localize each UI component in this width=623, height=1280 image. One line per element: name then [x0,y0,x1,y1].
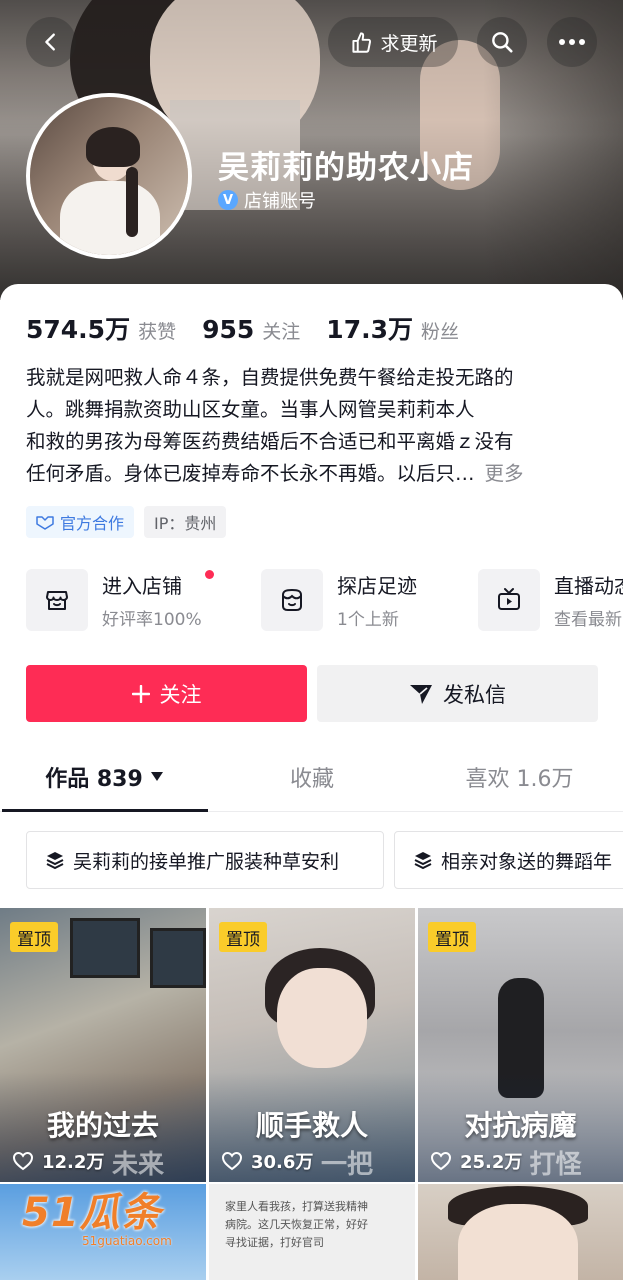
watermark-brand: 51瓜条 [22,1190,162,1236]
search-button[interactable] [477,17,527,67]
pinned-badge: 置顶 [428,922,476,952]
shortcut-row: 进入店铺 好评率100% 探店足迹 1个上新 直播动态 查看最新 [26,568,623,632]
stat-value: 574.5万 [26,315,131,344]
bio-line-last: 任何矛盾。身体已废掉寿命不长永不再婚。以后只… 更多 [26,458,601,490]
heart-icon [221,1151,243,1171]
bio-line: 人。跳舞捐款资助山区女童。当事人网管吴莉莉本人 [26,398,475,421]
profile-stats: 574.5万 获赞 955 关注 17.3万 粉丝 [26,310,459,346]
collection-label: 吴莉莉的接单推广服装种草安利 [73,850,340,873]
search-icon [492,32,513,53]
video-thumbnail[interactable]: 置顶 顺手救人 一把 30.6万 [209,908,415,1182]
send-message-button[interactable]: 发私信 [317,665,598,722]
video-screenshot-text: 家里人看我孩，打算送我精神病院。这几天恢复正常，好好寻找证据，打好官司 [225,1200,368,1249]
action-buttons: 关注 发私信 [26,665,598,722]
heart-icon [12,1151,34,1171]
follow-button[interactable]: 关注 [26,665,307,722]
video-thumbnail[interactable]: 置顶 我的过去 未来 12.2万 [0,908,206,1182]
plus-icon [131,684,150,703]
shortcut-subtitle: 好评率100% [102,610,202,630]
stat-label: 关注 [262,321,301,343]
pinned-badge: 置顶 [219,922,267,952]
stat-followers[interactable]: 17.3万 粉丝 [326,310,459,346]
tv-icon [478,569,540,631]
likes-count: 30.6万 [251,1152,314,1173]
layers-icon [414,852,432,870]
hand-point-icon [352,32,372,53]
bio-more-link[interactable]: 更多 [485,462,524,485]
stat-label: 粉丝 [420,321,459,343]
send-message-label: 发私信 [443,682,506,707]
tab-likes[interactable]: 喜欢 1.6万 [416,742,623,811]
video-thumbnail[interactable] [418,1184,623,1280]
tab-label: 喜欢 1.6万 [465,766,574,792]
video-likes: 30.6万 [221,1148,313,1174]
follow-label: 关注 [159,682,202,707]
tab-favorites[interactable]: 收藏 [208,742,416,811]
collection-chip[interactable]: 相亲对象送的舞蹈年 [394,831,623,889]
shortcut-title: 探店足迹 [337,574,417,598]
shortcut-subtitle: 1个上新 [337,610,399,630]
ip-location-label: IP：贵州 [154,514,217,533]
bio-line: 和救的男孩为母筹医药费结婚后不合适已和平离婚ｚ没有 [26,430,514,453]
shortcut-enter-store[interactable]: 进入店铺 好评率100% [26,568,261,632]
stat-following[interactable]: 955 关注 [202,315,300,344]
shortcut-title: 直播动态 [554,574,623,598]
video-thumbnail[interactable]: 家里人看我孩，打算送我精神病院。这几天恢复正常，好好寻找证据，打好官司 [209,1184,415,1280]
more-dots-icon [559,39,585,45]
layers-icon [46,852,64,870]
collection-chip[interactable]: 吴莉莉的接单推广服装种草安利 [26,831,384,889]
verified-icon: V [218,190,238,210]
official-partner-label: 官方合作 [60,514,125,533]
pinned-badge: 置顶 [10,922,58,952]
bio-line: 我就是网吧救人命４条，自费提供免费午餐给走投无路的 [26,366,514,389]
stat-label: 获赞 [138,321,177,343]
ip-location-tag: IP：贵州 [144,506,227,538]
profile-tags: 官方合作 IP：贵州 [26,506,227,538]
video-thumbnail[interactable]: 置顶 对抗病魔 打怪 25.2万 [418,908,623,1182]
likes-count: 12.2万 [42,1152,105,1173]
tab-works[interactable]: 作品 839 [0,742,208,812]
video-caption: 顺手救人 [255,1109,368,1142]
shortcut-live[interactable]: 直播动态 查看最新 [478,568,623,632]
back-button[interactable] [26,17,76,67]
account-verification: V 店铺账号 [218,187,316,213]
profile-sheet: 574.5万 获赞 955 关注 17.3万 粉丝 我就是网吧救人命４条，自费提… [0,284,623,1280]
store-icon [26,569,88,631]
more-button[interactable] [547,17,597,67]
tab-label: 作品 839 [45,766,143,792]
account-type-label: 店铺账号 [244,191,316,212]
content-tabs: 作品 839 收藏 喜欢 1.6万 [0,742,623,812]
shortcut-shop-visits[interactable]: 探店足迹 1个上新 [261,568,478,632]
video-caption: 对抗病魔 [464,1109,577,1142]
handshake-icon [36,516,54,530]
video-likes: 12.2万 [12,1148,104,1174]
shop-visit-icon [261,569,323,631]
profile-name: 吴莉莉的助农小店 [218,150,474,186]
chevron-left-icon [45,33,55,51]
official-partner-tag[interactable]: 官方合作 [26,506,135,538]
stat-value: 17.3万 [326,315,413,344]
bio-line: 任何矛盾。身体已废掉寿命不长永不再婚。以后只… [26,462,475,485]
stat-likes[interactable]: 574.5万 获赞 [26,310,176,346]
shortcut-title-text: 进入店铺 [102,574,182,598]
heart-icon [430,1151,452,1171]
shortcut-title: 进入店铺 [102,570,214,599]
collection-label: 相亲对象送的舞蹈年 [441,850,613,873]
send-icon [410,684,432,704]
avatar[interactable] [26,93,192,259]
notification-dot [204,570,214,579]
caret-down-icon[interactable] [150,772,163,781]
video-caption: 我的过去 [46,1109,159,1142]
watermark-url: 51guatiao.com [82,1234,172,1248]
request-update-label: 求更新 [380,32,438,55]
video-likes: 25.2万 [430,1148,522,1174]
request-update-button[interactable]: 求更新 [328,17,458,67]
profile-bio[interactable]: 我就是网吧救人命４条，自费提供免费午餐给走投无路的 人。跳舞捐款资助山区女童。当… [26,362,601,490]
likes-count: 25.2万 [460,1152,523,1173]
stat-value: 955 [202,315,255,344]
watermark-logo: 51瓜条 51guatiao.com [22,1180,172,1248]
collection-row: 吴莉莉的接单推广服装种草安利 相亲对象送的舞蹈年 [26,831,623,889]
shortcut-subtitle: 查看最新 [554,610,622,630]
tab-label: 收藏 [289,766,334,792]
